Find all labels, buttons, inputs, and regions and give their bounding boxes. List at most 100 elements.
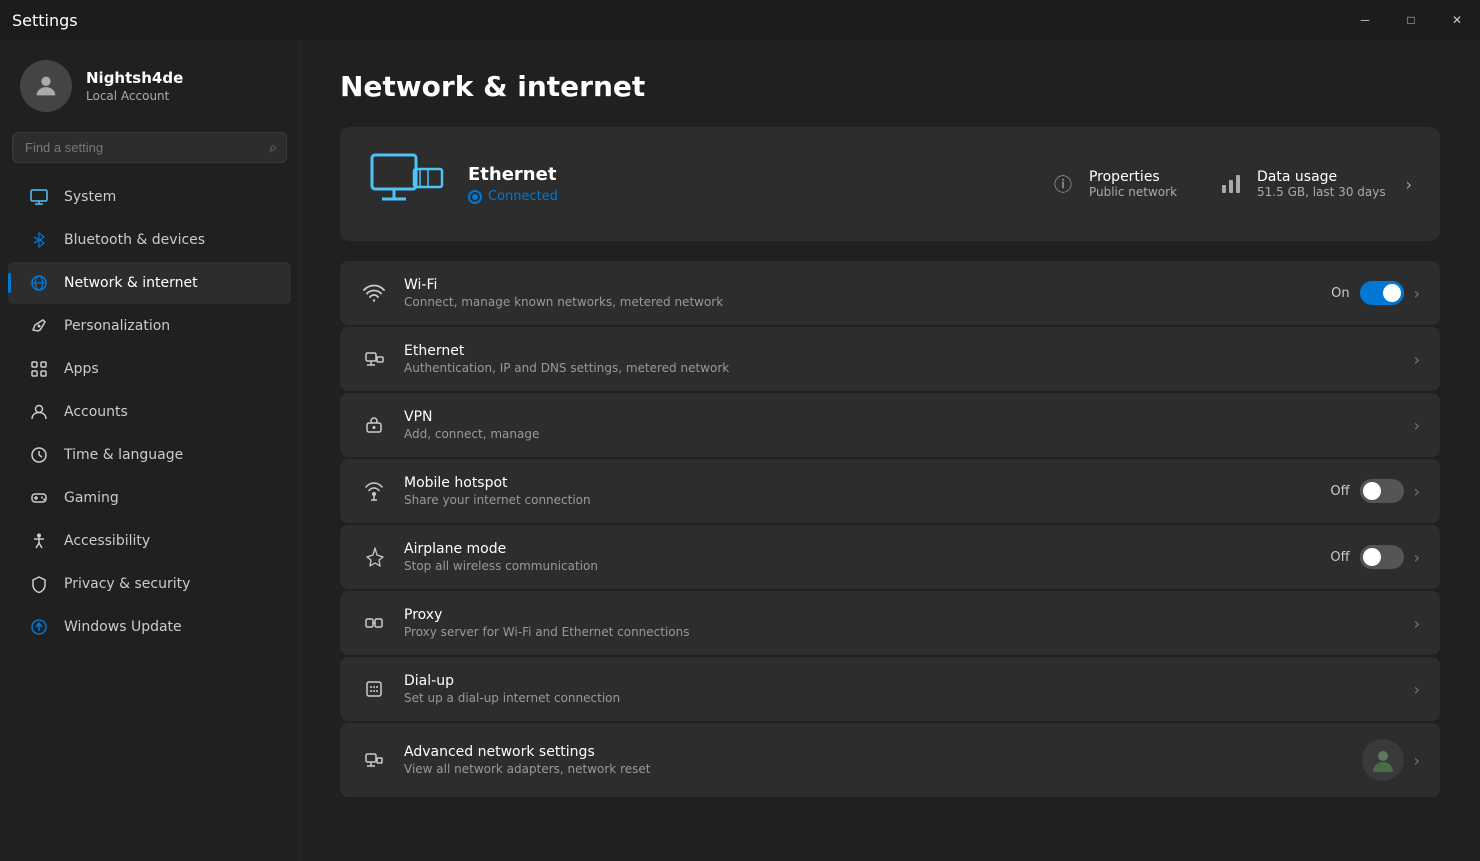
setting-right-hotspot: Off › (1330, 479, 1420, 503)
setting-row-dialup[interactable]: Dial-up Set up a dial-up internet connec… (340, 657, 1440, 721)
data-usage-action[interactable]: Data usage 51.5 GB, last 30 days › (1217, 169, 1412, 199)
setting-info-ethernet: Ethernet Authentication, IP and DNS sett… (404, 343, 1398, 375)
search-input[interactable] (12, 132, 287, 163)
user-name: Nightsh4de (86, 69, 183, 87)
nav-icon-system (28, 186, 50, 208)
sidebar-item-bluetooth[interactable]: Bluetooth & devices (8, 219, 291, 261)
ethernet-info: Ethernet Connected (468, 164, 1049, 204)
user-info: Nightsh4de Local Account (86, 69, 183, 103)
minimize-button[interactable]: ─ (1342, 0, 1388, 40)
sidebar-item-privacy[interactable]: Privacy & security (8, 563, 291, 605)
nav-label-accessibility: Accessibility (64, 533, 275, 549)
setting-icon-dialup (360, 675, 388, 703)
status-dot (468, 190, 482, 204)
hero-actions: ⓘ Properties Public network (1049, 169, 1412, 199)
nav-icon-accounts (28, 401, 50, 423)
sidebar-item-system[interactable]: System (8, 176, 291, 218)
setting-info-wifi: Wi-Fi Connect, manage known networks, me… (404, 277, 1315, 309)
nav-label-gaming: Gaming (64, 490, 275, 506)
chevron-icon-advanced: › (1414, 751, 1420, 770)
user-account-type: Local Account (86, 89, 183, 103)
setting-right-vpn: › (1414, 416, 1420, 435)
maximize-button[interactable]: □ (1388, 0, 1434, 40)
setting-row-ethernet[interactable]: Ethernet Authentication, IP and DNS sett… (340, 327, 1440, 391)
search-icon: ⌕ (269, 140, 277, 156)
ethernet-status: Connected (468, 189, 1049, 204)
setting-title-proxy: Proxy (404, 607, 1398, 623)
toggle-thumb-wifi (1383, 284, 1401, 302)
nav-icon-accessibility (28, 530, 50, 552)
sidebar-item-update[interactable]: Windows Update (8, 606, 291, 648)
nav-label-time: Time & language (64, 447, 275, 463)
sidebar-item-accessibility[interactable]: Accessibility (8, 520, 291, 562)
setting-title-vpn: VPN (404, 409, 1398, 425)
setting-row-vpn[interactable]: VPN Add, connect, manage › (340, 393, 1440, 457)
setting-row-hotspot[interactable]: Mobile hotspot Share your internet conne… (340, 459, 1440, 523)
setting-sub-advanced: View all network adapters, network reset (404, 762, 1346, 776)
setting-info-vpn: VPN Add, connect, manage (404, 409, 1398, 441)
nav-icon-update (28, 616, 50, 638)
setting-sub-wifi: Connect, manage known networks, metered … (404, 295, 1315, 309)
sidebar-item-accounts[interactable]: Accounts (8, 391, 291, 433)
ethernet-name: Ethernet (468, 164, 1049, 185)
setting-right-dialup: › (1414, 680, 1420, 699)
setting-icon-airplane (360, 543, 388, 571)
sidebar-item-gaming[interactable]: Gaming (8, 477, 291, 519)
sidebar-item-personalization[interactable]: Personalization (8, 305, 291, 347)
toggle-label-hotspot: Off (1330, 484, 1349, 499)
nav-icon-personalization (28, 315, 50, 337)
data-usage-sub: 51.5 GB, last 30 days (1257, 185, 1386, 199)
toggle-airplane[interactable] (1360, 545, 1404, 569)
setting-row-proxy[interactable]: Proxy Proxy server for Wi-Fi and Etherne… (340, 591, 1440, 655)
status-text: Connected (488, 189, 558, 204)
setting-title-wifi: Wi-Fi (404, 277, 1315, 293)
properties-text: Properties Public network (1089, 169, 1177, 199)
nav-icon-gaming (28, 487, 50, 509)
avatar (20, 60, 72, 112)
setting-info-airplane: Airplane mode Stop all wireless communic… (404, 541, 1314, 573)
title-bar-controls: ─ □ ✕ (1342, 0, 1480, 40)
setting-right-proxy: › (1414, 614, 1420, 633)
user-profile[interactable]: Nightsh4de Local Account (0, 40, 299, 128)
nav-icon-bluetooth (28, 229, 50, 251)
setting-title-airplane: Airplane mode (404, 541, 1314, 557)
title-bar-title: Settings (12, 11, 78, 30)
setting-info-advanced: Advanced network settings View all netwo… (404, 744, 1346, 776)
hero-chevron-icon: › (1406, 175, 1412, 194)
chevron-icon-wifi: › (1414, 284, 1420, 303)
setting-info-dialup: Dial-up Set up a dial-up internet connec… (404, 673, 1398, 705)
sidebar-item-network[interactable]: Network & internet (8, 262, 291, 304)
app-container: Nightsh4de Local Account ⌕ System Blueto… (0, 40, 1480, 861)
sidebar-item-apps[interactable]: Apps (8, 348, 291, 390)
settings-list: Wi-Fi Connect, manage known networks, me… (340, 261, 1440, 797)
setting-title-dialup: Dial-up (404, 673, 1398, 689)
properties-action[interactable]: ⓘ Properties Public network (1049, 169, 1177, 199)
sidebar-item-time[interactable]: Time & language (8, 434, 291, 476)
nav-label-network: Network & internet (64, 275, 275, 291)
setting-row-wifi[interactable]: Wi-Fi Connect, manage known networks, me… (340, 261, 1440, 325)
setting-right-wifi: On › (1331, 281, 1420, 305)
data-usage-label: Data usage (1257, 169, 1386, 185)
setting-row-advanced[interactable]: Advanced network settings View all netwo… (340, 723, 1440, 797)
nav-icon-network (28, 272, 50, 294)
setting-sub-airplane: Stop all wireless communication (404, 559, 1314, 573)
ethernet-hero-card[interactable]: Ethernet Connected ⓘ Properties Public n… (340, 127, 1440, 241)
toggle-wifi[interactable] (1360, 281, 1404, 305)
title-bar: Settings ─ □ ✕ (0, 0, 1480, 40)
chevron-icon-dialup: › (1414, 680, 1420, 699)
toggle-hotspot[interactable] (1360, 479, 1404, 503)
setting-sub-ethernet: Authentication, IP and DNS settings, met… (404, 361, 1398, 375)
close-button[interactable]: ✕ (1434, 0, 1480, 40)
sidebar: Nightsh4de Local Account ⌕ System Blueto… (0, 40, 300, 861)
setting-row-airplane[interactable]: Airplane mode Stop all wireless communic… (340, 525, 1440, 589)
chevron-icon-airplane: › (1414, 548, 1420, 567)
title-bar-left: Settings (12, 11, 78, 30)
chevron-icon-hotspot: › (1414, 482, 1420, 501)
setting-info-proxy: Proxy Proxy server for Wi-Fi and Etherne… (404, 607, 1398, 639)
advanced-avatar (1362, 739, 1404, 781)
setting-sub-vpn: Add, connect, manage (404, 427, 1398, 441)
properties-sub: Public network (1089, 185, 1177, 199)
nav-icon-apps (28, 358, 50, 380)
main-content: Network & internet Et (300, 40, 1480, 861)
setting-title-hotspot: Mobile hotspot (404, 475, 1314, 491)
